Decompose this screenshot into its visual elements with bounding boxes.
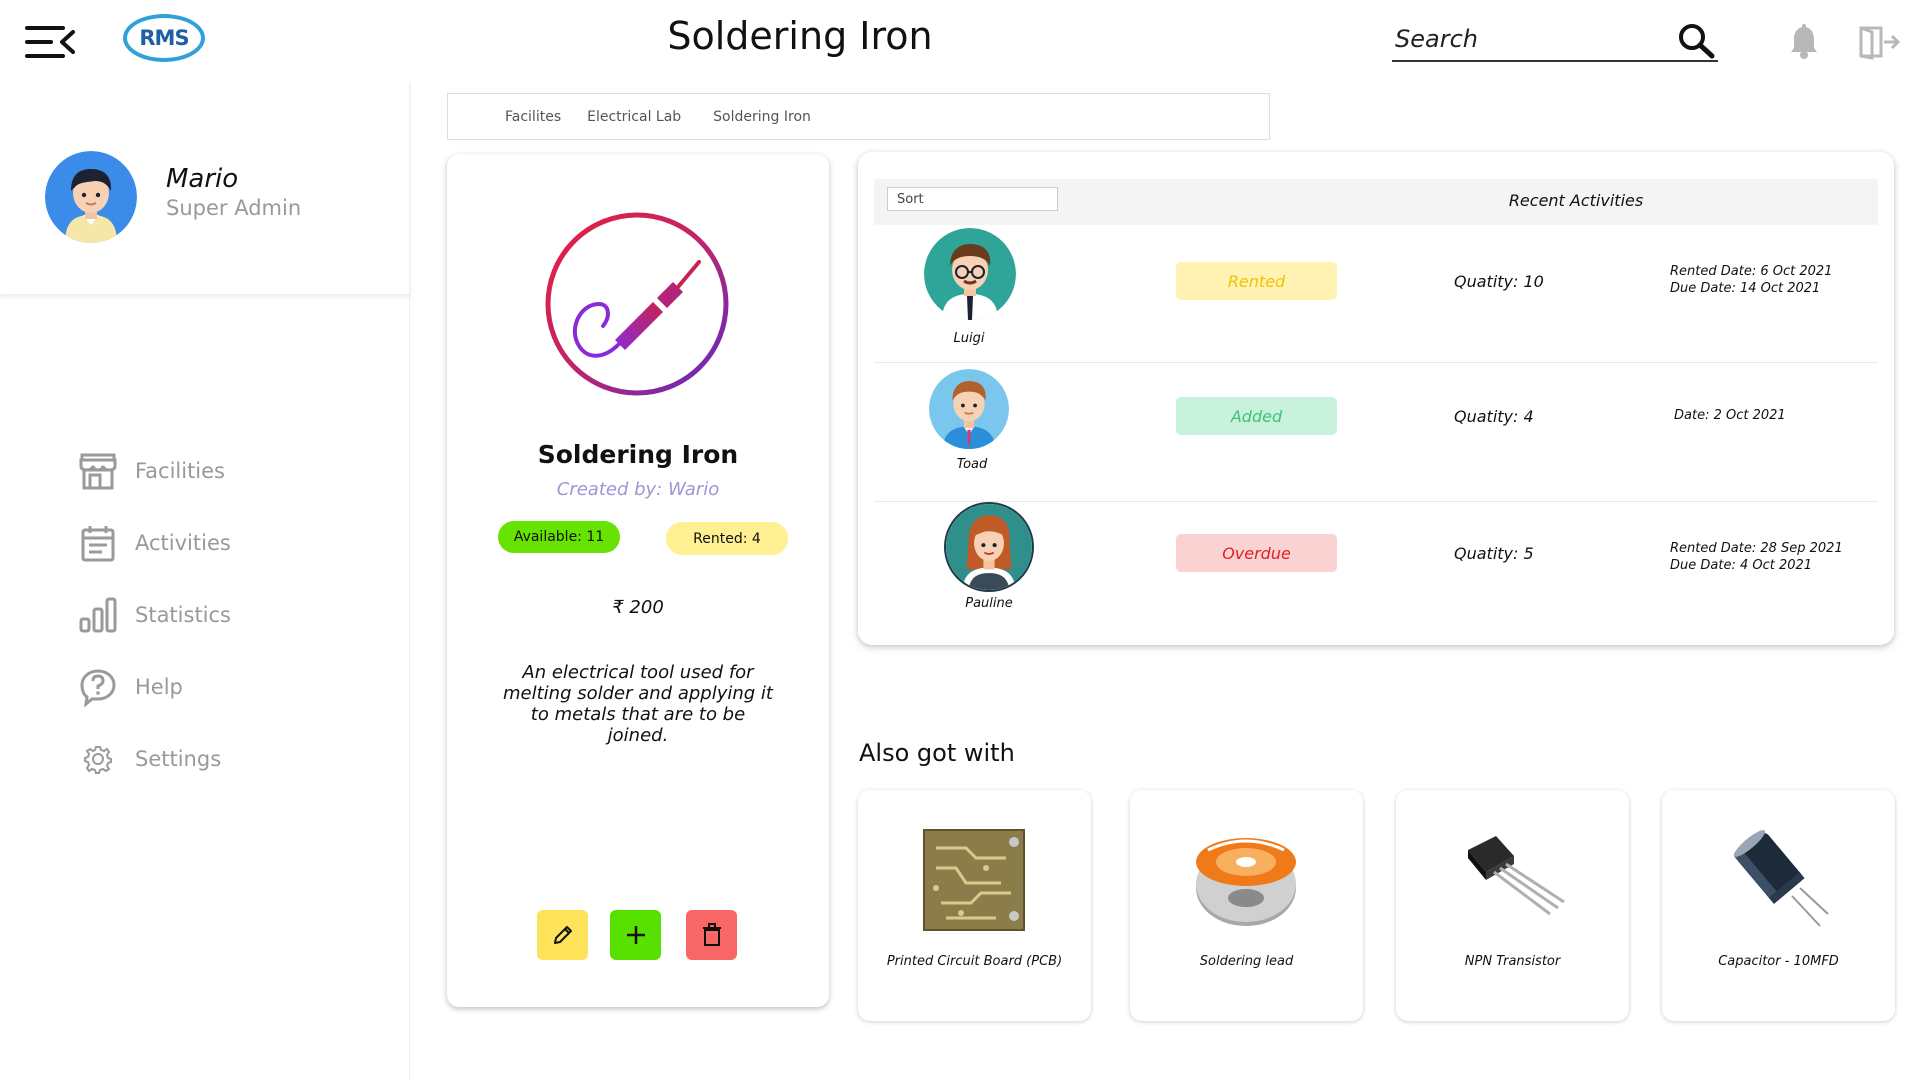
sidebar-item-help[interactable]: Help — [78, 662, 378, 712]
product-name: NPN Transistor — [1464, 954, 1561, 969]
page-title: Soldering Iron — [667, 14, 933, 58]
add-button[interactable] — [610, 910, 661, 960]
activities-header: Recent Activities Sort — [874, 179, 1878, 225]
profile-role: Super Admin — [166, 196, 302, 220]
user-avatar[interactable] — [45, 151, 137, 243]
trash-icon — [702, 923, 721, 946]
logout-icon[interactable] — [1858, 24, 1902, 60]
transistor-icon — [1454, 828, 1570, 932]
profile-panel: Mario Super Admin — [0, 82, 410, 294]
soldering-iron-icon — [543, 210, 731, 398]
capacitor-icon — [1720, 828, 1836, 932]
breadcrumb-facilities[interactable]: Facilites — [505, 109, 561, 125]
activity-due-date: Due Date: 4 Oct 2021 — [1670, 558, 1813, 573]
sidebar-item-settings[interactable]: Settings — [78, 734, 378, 784]
activity-row[interactable]: Toad Added Quatity: 4 Date: 2 Oct 2021 — [874, 364, 1878, 502]
sidebar: Mario Super Admin Facilities Activities … — [0, 82, 410, 1080]
activity-rented-date: Rented Date: 6 Oct 2021 — [1670, 264, 1833, 279]
activity-rented-date: Rented Date: 28 Sep 2021 — [1670, 541, 1843, 556]
sidebar-item-label: Help — [135, 675, 183, 699]
search-icon[interactable] — [1676, 22, 1718, 60]
delete-button[interactable] — [686, 910, 737, 960]
activity-quantity: Quatity: 4 — [1454, 407, 1534, 426]
sidebar-item-label: Facilities — [135, 459, 225, 483]
product-name: Soldering lead — [1199, 954, 1294, 969]
product-card-capacitor[interactable]: Capacitor - 10MFD — [1662, 790, 1895, 1021]
activity-row[interactable]: Luigi Rented Quatity: 10 Rented Date: 6 … — [874, 225, 1878, 363]
activity-dates: Date: 2 Oct 2021 — [1674, 407, 1786, 424]
product-card-pcb[interactable]: Printed Circuit Board (PCB) — [858, 790, 1091, 1021]
item-price: ₹ 200 — [612, 597, 664, 618]
bar-chart-icon — [79, 597, 117, 633]
product-card-npn-transistor[interactable]: NPN Transistor — [1396, 790, 1629, 1021]
gear-icon — [84, 746, 112, 774]
help-icon — [80, 669, 116, 707]
status-badge-added: Added — [1176, 397, 1337, 435]
store-icon — [79, 453, 117, 490]
item-description: An electrical tool used for melting sold… — [503, 662, 773, 746]
status-badge-rented: Rented — [1176, 262, 1337, 300]
also-got-with-title: Also got with — [859, 739, 1015, 767]
sidebar-item-label: Statistics — [135, 603, 231, 627]
activity-date: Date: 2 Oct 2021 — [1674, 408, 1786, 423]
activity-quantity: Quatity: 5 — [1454, 544, 1534, 563]
product-card-soldering-lead[interactable]: Soldering lead — [1130, 790, 1363, 1021]
profile-name: Mario — [166, 164, 239, 194]
activity-dates: Rented Date: 28 Sep 2021 Due Date: 4 Oct… — [1670, 540, 1843, 574]
user-avatar — [929, 369, 1009, 449]
item-created-by: Created by: Wario — [556, 479, 720, 500]
pcb-icon — [916, 828, 1032, 932]
activity-user-name: Luigi — [953, 331, 985, 346]
product-name: Capacitor - 10MFD — [1718, 954, 1839, 969]
activity-due-date: Due Date: 14 Oct 2021 — [1670, 281, 1821, 296]
sidebar-item-label: Activities — [135, 531, 231, 555]
status-badge-overdue: Overdue — [1176, 534, 1337, 572]
sidebar-item-activities[interactable]: Activities — [78, 518, 378, 568]
sidebar-item-facilities[interactable]: Facilities — [78, 446, 378, 496]
solder-spool-icon — [1188, 828, 1304, 932]
search-bar — [1392, 20, 1718, 62]
plus-icon — [626, 926, 645, 944]
product-name: Printed Circuit Board (PCB) — [886, 954, 1063, 969]
available-badge: Available: 11 — [498, 521, 620, 553]
breadcrumb: Facilites Electrical Lab Soldering Iron — [447, 93, 1270, 140]
activity-user-name: Pauline — [965, 596, 1013, 611]
user-avatar — [924, 228, 1016, 320]
breadcrumb-soldering-iron[interactable]: Soldering Iron — [713, 109, 811, 125]
bell-icon[interactable] — [1790, 24, 1818, 60]
activity-quantity: Quatity: 10 — [1454, 272, 1544, 291]
sidebar-item-label: Settings — [135, 747, 222, 771]
sidebar-item-statistics[interactable]: Statistics — [78, 590, 378, 640]
recent-activities-panel: Recent Activities Sort Luigi Rented Quat… — [858, 152, 1894, 645]
sort-label: Sort — [897, 191, 924, 207]
activity-dates: Rented Date: 6 Oct 2021 Due Date: 14 Oct… — [1670, 263, 1832, 297]
top-bar: RMS Soldering Iron — [0, 0, 1920, 82]
search-input[interactable] — [1392, 20, 1662, 58]
item-name: Soldering Iron — [537, 440, 739, 469]
calendar-icon — [81, 526, 115, 562]
sort-dropdown[interactable]: Sort — [887, 187, 1058, 211]
activity-row[interactable]: Pauline Overdue Quatity: 5 Rented Date: … — [874, 502, 1878, 640]
breadcrumb-electrical-lab[interactable]: Electrical Lab — [587, 109, 681, 125]
edit-button[interactable] — [537, 910, 588, 960]
item-detail-card: Soldering Iron Created by: Wario Availab… — [447, 154, 829, 1007]
rented-badge: Rented: 4 — [666, 522, 788, 555]
user-avatar — [944, 502, 1034, 592]
activity-user-name: Toad — [956, 457, 988, 472]
pencil-icon — [553, 926, 572, 944]
